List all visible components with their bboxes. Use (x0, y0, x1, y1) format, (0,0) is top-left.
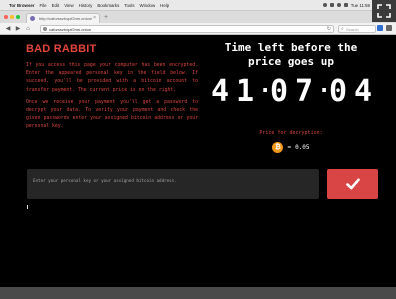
url-bar[interactable]: caforssztxqzf2nm.onion ↻ (40, 25, 334, 33)
menu-clock[interactable]: Tue 11:59 (351, 3, 370, 8)
bitcoin-icon: ₿ (272, 142, 284, 153)
note-paragraph: Once we receive your payment you'll get … (26, 99, 198, 130)
checkmark-icon (345, 178, 360, 190)
minimize-window-icon[interactable] (10, 15, 14, 19)
timer-digit: 1 (235, 74, 254, 109)
close-window-icon[interactable] (4, 15, 8, 19)
status-icon[interactable] (322, 3, 327, 7)
close-tab-icon[interactable]: × (93, 15, 96, 21)
window-controls (4, 15, 20, 19)
personal-key-field[interactable] (27, 169, 319, 205)
price-equals: = (287, 144, 292, 151)
reload-icon[interactable]: ↻ (327, 26, 331, 32)
countdown-timer: 4 1 · 0 7 · 0 4 (206, 76, 376, 108)
tor-onion-icon[interactable] (377, 25, 383, 31)
toolbar-icons (377, 25, 392, 31)
wifi-icon[interactable] (336, 3, 341, 7)
timer-digit: 4 (353, 74, 372, 109)
price-label: Price for decryption: (259, 130, 323, 136)
ransom-note: BAD RABBIT If you access this page your … (26, 43, 198, 132)
bottom-bar (0, 287, 396, 299)
menu-app-name[interactable]: Tor Browser (9, 3, 35, 8)
timer-digit: 0 (328, 74, 347, 109)
menu-icon[interactable] (386, 25, 392, 31)
note-paragraph: If you access this page your computer ha… (26, 63, 198, 93)
navigation-bar: ◀ ▶ ⌂ caforssztxqzf2nm.onion ↻ ⌕ Search (0, 23, 396, 35)
menu-edit[interactable]: Edit (52, 3, 60, 8)
timer-separator: · (317, 79, 331, 104)
countdown-panel: Time left before the price goes up 4 1 ·… (206, 41, 376, 153)
tab-strip: http://caforssztxqzf2nm.onion/ × + (0, 11, 396, 23)
search-placeholder: Search (346, 27, 359, 32)
timer-digit: 7 (294, 74, 313, 109)
url-text[interactable]: caforssztxqzf2nm.onion (49, 27, 91, 32)
timer-digit: 4 (210, 74, 229, 109)
zoom-window-icon[interactable] (16, 15, 20, 19)
back-button[interactable]: ◀ (4, 25, 12, 33)
submit-button[interactable] (327, 169, 378, 199)
battery-icon[interactable] (343, 3, 348, 7)
status-icon[interactable] (329, 3, 334, 7)
fullscreen-icon[interactable] (372, 0, 396, 22)
site-info-icon[interactable] (43, 27, 47, 31)
search-input[interactable]: ⌕ Search (338, 25, 376, 33)
menu-file[interactable]: File (40, 3, 47, 8)
new-tab-button[interactable]: + (104, 14, 112, 22)
price-row: ₿ = 0.05 (206, 142, 376, 153)
tor-favicon-icon (30, 16, 35, 21)
home-icon[interactable]: ⌂ (24, 25, 32, 33)
text-cursor (27, 205, 28, 209)
menu-tools[interactable]: Tools (124, 3, 134, 8)
personal-key-input[interactable] (27, 174, 319, 205)
ransom-page: BAD RABBIT If you access this page your … (0, 35, 396, 287)
menu-view[interactable]: View (64, 3, 73, 8)
menu-window[interactable]: Window (140, 3, 156, 8)
menu-bookmarks[interactable]: Bookmarks (97, 3, 119, 8)
tab-title: http://caforssztxqzf2nm.onion/ (39, 16, 93, 21)
menu-history[interactable]: History (79, 3, 93, 8)
timer-separator: · (258, 79, 272, 104)
price-value: 0.05 (295, 144, 310, 151)
timer-digit: 0 (269, 74, 288, 109)
forward-button[interactable]: ▶ (14, 25, 22, 33)
page-title: BAD RABBIT (26, 43, 97, 55)
countdown-title: Time left before the price goes up (224, 41, 358, 68)
mac-menu-bar: Tor Browser File Edit View History Bookm… (0, 0, 396, 11)
browser-tab[interactable]: http://caforssztxqzf2nm.onion/ × (26, 13, 100, 23)
search-icon: ⌕ (341, 26, 344, 32)
menu-help[interactable]: Help (160, 3, 169, 8)
